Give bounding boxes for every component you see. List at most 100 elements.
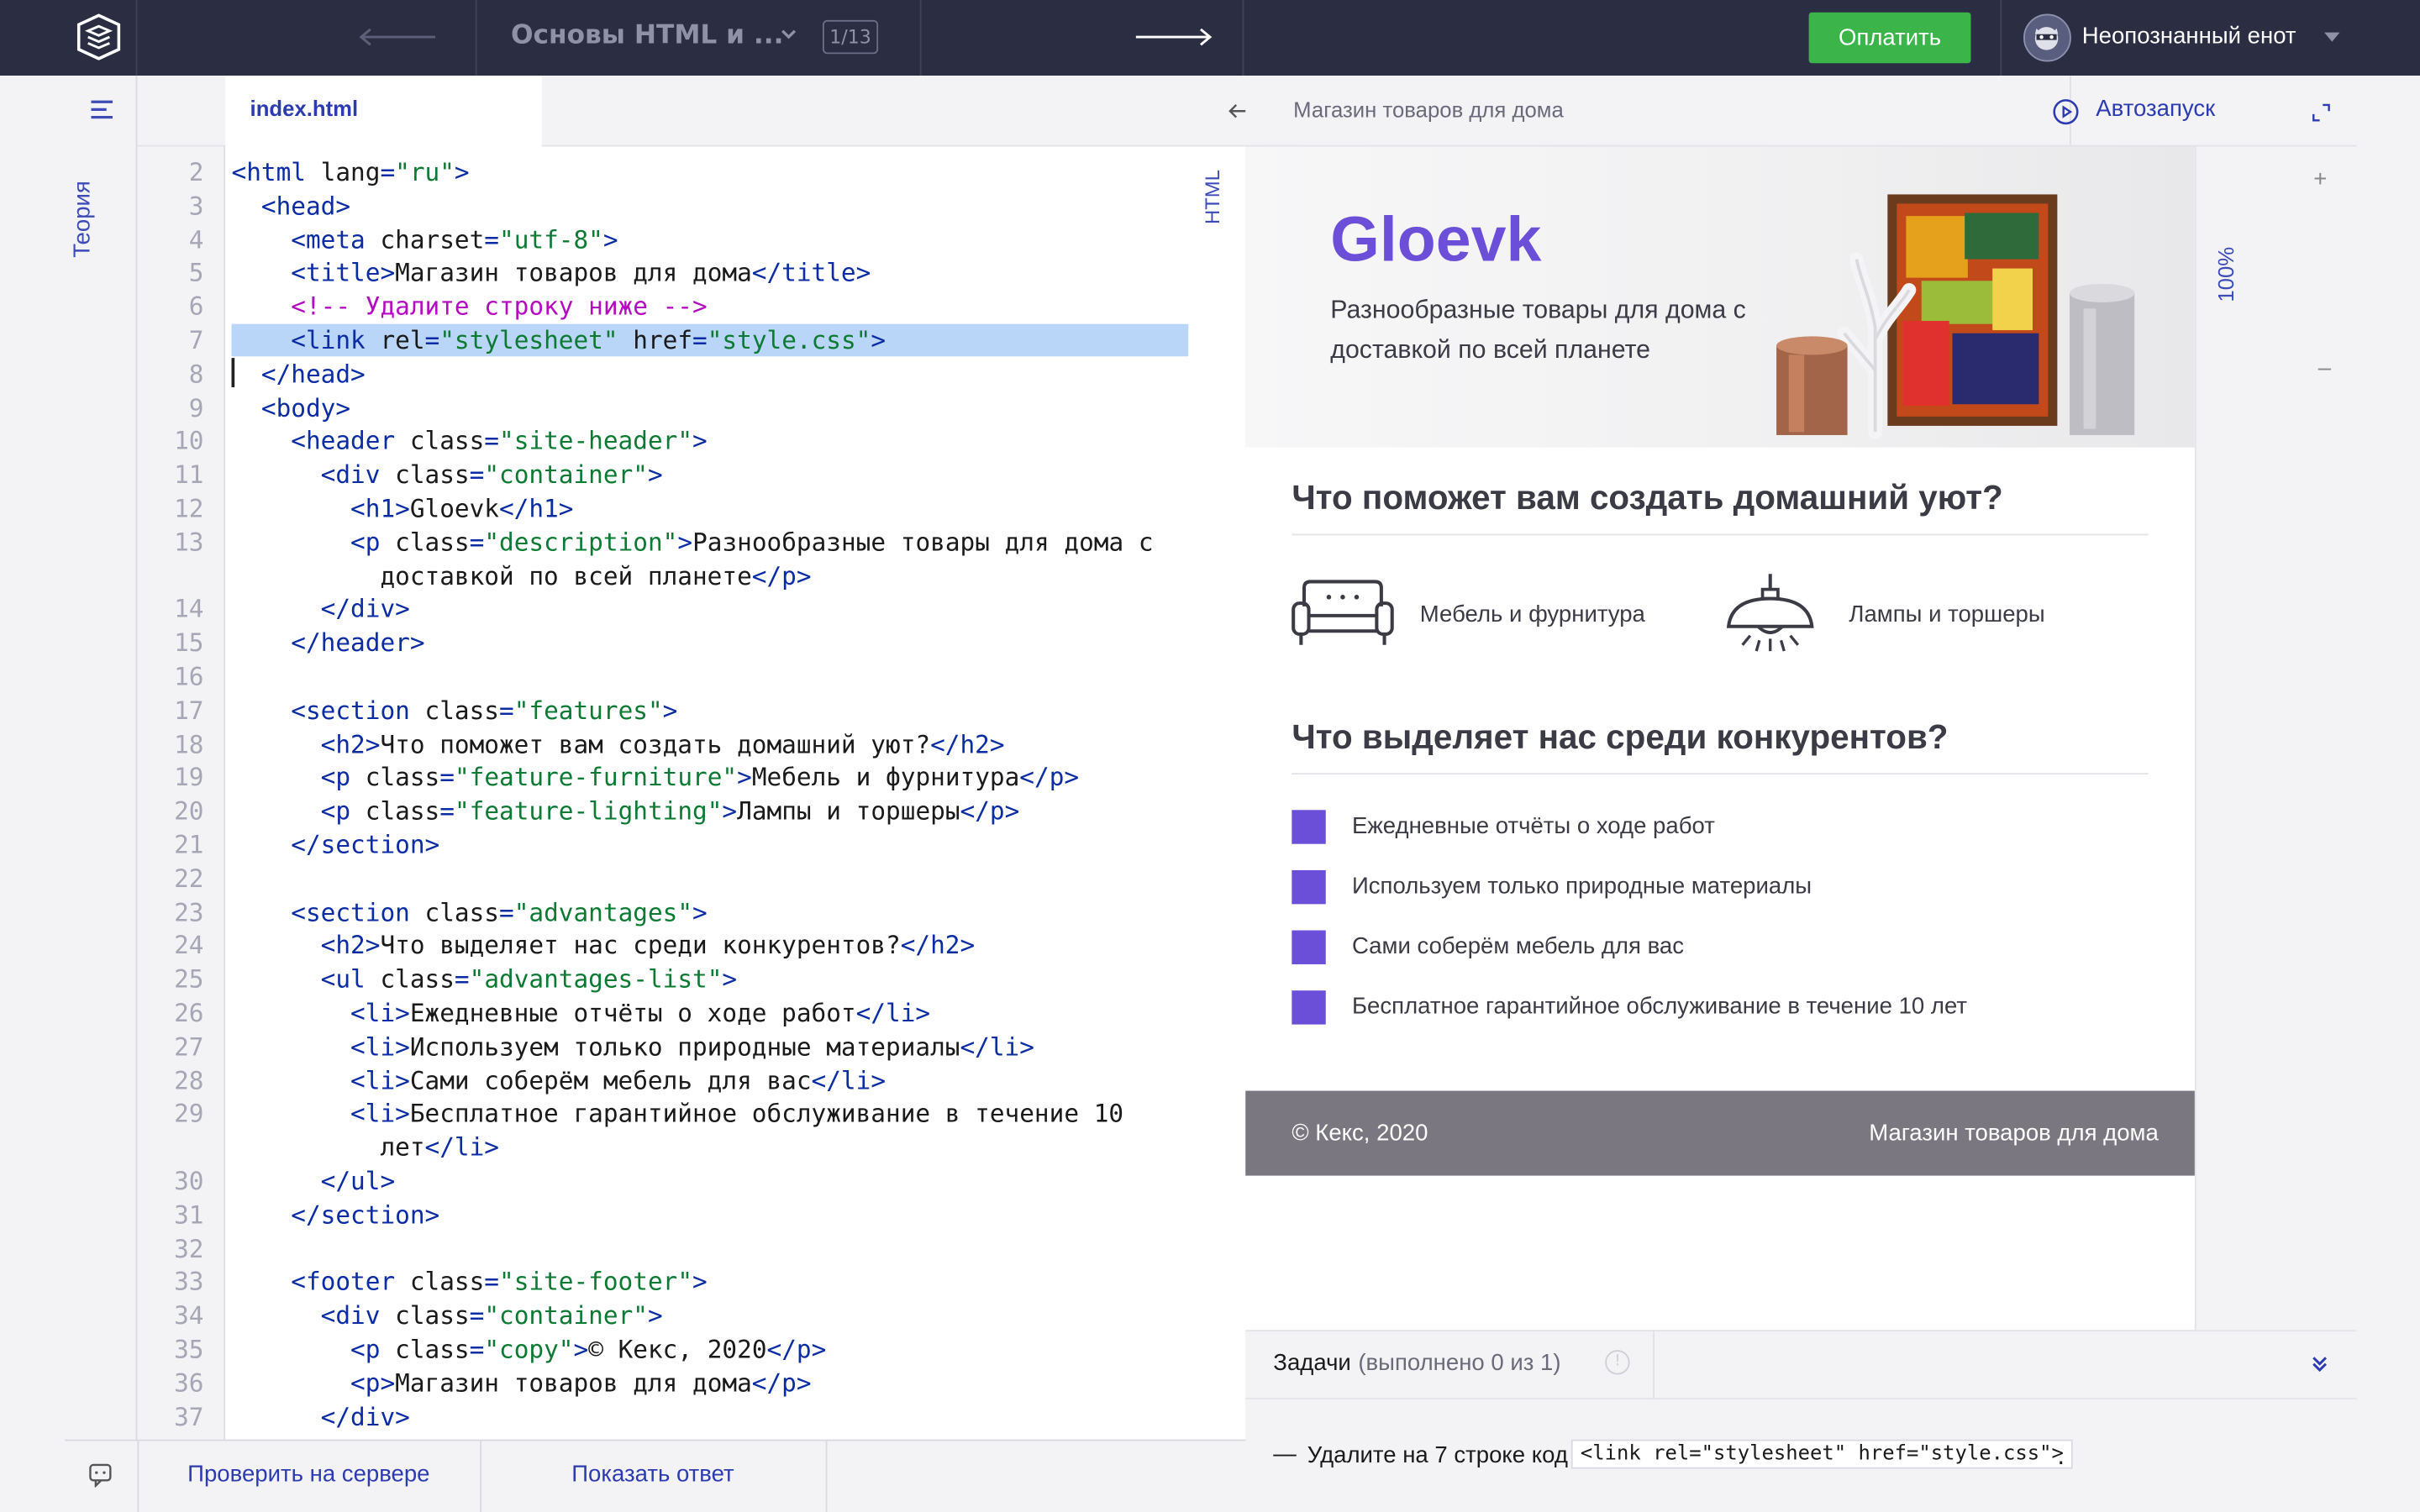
zoom-level[interactable]: 100% bbox=[2213, 247, 2238, 302]
next-step-arrow-icon[interactable] bbox=[1133, 26, 1213, 48]
check-on-server-button[interactable]: Проверить на сервере bbox=[137, 1440, 480, 1512]
code-line[interactable]: </div> bbox=[232, 1400, 410, 1434]
pay-button[interactable]: Оплатить bbox=[1808, 12, 1971, 64]
line-number: 6 bbox=[188, 291, 204, 322]
code-line[interactable]: <div class="container"> bbox=[232, 459, 663, 492]
code-line[interactable]: <p class="feature-furniture">Мебель и фу… bbox=[232, 761, 1080, 795]
code-line[interactable]: <p class="feature-lighting">Лампы и торш… bbox=[232, 795, 1020, 828]
zoom-out-button[interactable]: – bbox=[2318, 354, 2331, 381]
user-menu-caret-icon[interactable] bbox=[2324, 32, 2340, 42]
code-line[interactable]: </div> bbox=[232, 593, 410, 627]
code-token: > bbox=[737, 763, 752, 792]
user-avatar[interactable] bbox=[2023, 13, 2071, 62]
features-heading: Что поможет вам создать домашний уют? bbox=[1292, 478, 2003, 517]
code-line[interactable]: <!-- Удалите строку ниже --> bbox=[232, 291, 707, 324]
code-line[interactable]: <html lang="ru"> bbox=[232, 156, 470, 190]
line-number: 14 bbox=[174, 594, 204, 624]
code-token: <p bbox=[350, 1334, 396, 1364]
code-token: </p> bbox=[751, 560, 812, 591]
code-line[interactable]: лет</li> bbox=[232, 1131, 499, 1165]
code-line[interactable]: <meta charset="utf-8"> bbox=[232, 223, 618, 257]
code-line[interactable]: </ul> bbox=[232, 1165, 395, 1199]
line-number: 26 bbox=[174, 998, 204, 1028]
code-token: <div bbox=[320, 459, 396, 490]
code-line[interactable]: <section class="advantages"> bbox=[232, 895, 707, 929]
line-number: 27 bbox=[174, 1032, 204, 1062]
code-line[interactable]: <title>Магазин товаров для дома</title> bbox=[232, 257, 871, 291]
lamp-icon bbox=[1726, 574, 1814, 652]
code-line[interactable]: <h2>Что поможет вам создать домашний уют… bbox=[232, 727, 1005, 761]
code-token: <div bbox=[320, 1300, 396, 1331]
course-title[interactable]: Основы HTML и ... bbox=[511, 20, 784, 51]
code-line[interactable]: </section> bbox=[232, 1199, 439, 1232]
code-token: <p> bbox=[350, 1368, 396, 1398]
right-margin bbox=[2356, 76, 2420, 1512]
autorun-toggle[interactable]: Автозапуск bbox=[2096, 96, 2215, 122]
show-answer-button[interactable]: Показать ответ bbox=[480, 1440, 825, 1512]
feedback-icon[interactable] bbox=[88, 1462, 113, 1488]
line-number: 34 bbox=[174, 1300, 204, 1331]
code-token: = bbox=[469, 527, 485, 557]
line-number: 5 bbox=[188, 258, 204, 288]
code-line[interactable]: <link rel="stylesheet" href="style.css"> bbox=[232, 324, 886, 358]
code-line[interactable]: доставкой по всей планете</p> bbox=[232, 559, 812, 593]
code-token: > bbox=[722, 964, 738, 995]
code-line[interactable]: <head> bbox=[232, 190, 350, 223]
play-circle-icon[interactable] bbox=[2053, 99, 2079, 125]
file-tab-index[interactable]: index.html bbox=[225, 76, 542, 147]
advantage-item: Сами соберём мебель для вас bbox=[1351, 933, 1685, 960]
code-token: = bbox=[499, 897, 514, 927]
menu-icon[interactable] bbox=[91, 100, 113, 119]
code-line[interactable]: <p>Магазин товаров для дома</p> bbox=[232, 1367, 811, 1400]
code-line[interactable]: <li>Используем только природные материал… bbox=[232, 1031, 1034, 1064]
expand-icon[interactable] bbox=[2311, 102, 2333, 123]
code-line[interactable]: </head> bbox=[232, 358, 366, 391]
zoom-in-button[interactable]: + bbox=[2313, 166, 2327, 192]
code-line[interactable]: </header> bbox=[232, 627, 424, 660]
code-token: </li> bbox=[811, 1065, 886, 1095]
line-number: 32 bbox=[174, 1233, 204, 1263]
code-token: "description" bbox=[484, 527, 678, 557]
code-line[interactable]: <div class="container"> bbox=[232, 1299, 663, 1333]
code-token: </p> bbox=[1019, 763, 1080, 792]
code-line[interactable]: <h1>Gloevk</h1> bbox=[232, 492, 573, 526]
code-token: <h1> bbox=[350, 493, 410, 523]
theory-tab[interactable]: Теория bbox=[70, 173, 131, 265]
code-token: <header bbox=[291, 426, 410, 456]
code-line[interactable]: <ul class="advantages-list"> bbox=[232, 963, 738, 996]
user-name[interactable]: Неопознанный енот bbox=[2082, 24, 2296, 50]
info-icon[interactable]: ! bbox=[1605, 1350, 1630, 1375]
code-token: <section bbox=[291, 695, 425, 725]
chevron-down-icon[interactable] bbox=[780, 24, 798, 43]
code-line[interactable]: <header class="site-header"> bbox=[232, 425, 707, 459]
code-token: </section> bbox=[291, 830, 440, 860]
code-line[interactable]: </section> bbox=[232, 828, 440, 862]
code-line[interactable]: <body> bbox=[232, 391, 350, 425]
code-line[interactable]: <p class="copy">© Кекс, 2020</p> bbox=[232, 1333, 826, 1367]
chevrons-down-icon[interactable] bbox=[2311, 1355, 2329, 1373]
code-line[interactable]: <li>Ежедневные отчёты о ходе работ</li> bbox=[232, 997, 930, 1031]
code-line[interactable]: <li>Сами соберём мебель для вас</li> bbox=[232, 1064, 886, 1098]
line-number: 25 bbox=[174, 964, 204, 995]
advantage-bullet bbox=[1292, 990, 1326, 1025]
code-token: доставкой по всей планете bbox=[380, 560, 752, 591]
code-line[interactable]: <footer class="site-footer"> bbox=[232, 1266, 707, 1299]
htmlacademy-logo-icon[interactable] bbox=[76, 13, 121, 60]
code-token: = bbox=[499, 695, 514, 725]
code-line[interactable]: <section class="features"> bbox=[232, 694, 677, 727]
code-token: > bbox=[647, 1300, 663, 1331]
code-line[interactable]: <li>Бесплатное гарантийное обслуживание … bbox=[232, 1098, 1123, 1131]
step-counter-badge: 1/13 bbox=[822, 19, 879, 55]
topbar-divider bbox=[919, 0, 922, 76]
code-token: <h2> bbox=[320, 729, 381, 759]
code-token: "utf-8" bbox=[499, 224, 603, 255]
code-line[interactable]: <p class="description">Разнообразные тов… bbox=[232, 526, 1154, 559]
prev-step-arrow-icon[interactable] bbox=[358, 26, 439, 48]
line-number: 21 bbox=[174, 830, 204, 860]
code-token: class bbox=[409, 1267, 485, 1297]
code-token: Что поможет вам создать домашний уют? bbox=[380, 729, 931, 759]
code-token: > bbox=[677, 527, 693, 557]
hero-decor-image bbox=[1776, 194, 2135, 439]
code-line[interactable]: <h2>Что выделяет нас среди конкурентов?<… bbox=[232, 929, 976, 963]
